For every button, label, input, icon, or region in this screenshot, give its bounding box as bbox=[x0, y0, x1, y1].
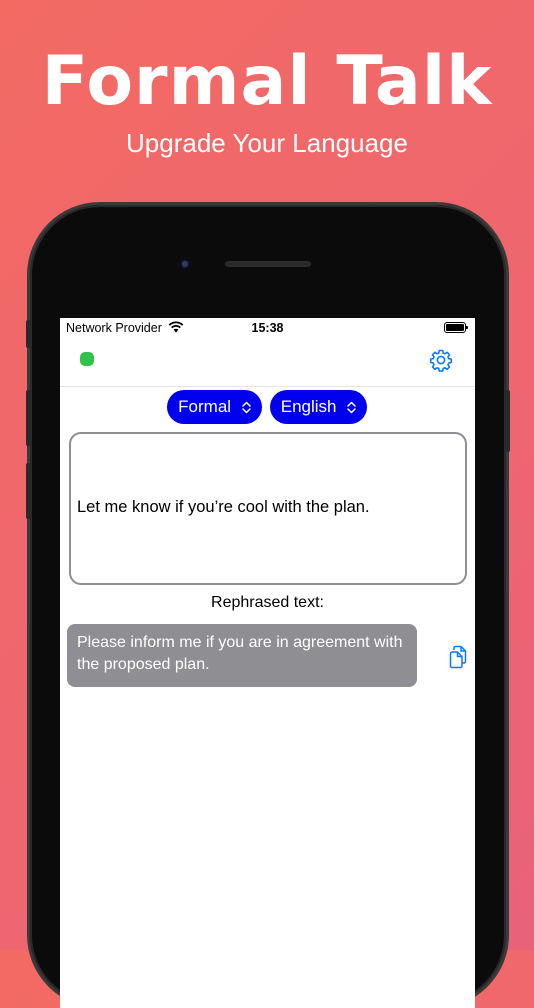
connection-status-indicator bbox=[80, 352, 94, 366]
rephrased-label: Rephrased text: bbox=[211, 594, 324, 611]
chevron-up-down-icon bbox=[347, 401, 356, 414]
tone-selector[interactable]: Formal bbox=[167, 390, 262, 424]
power-button bbox=[505, 390, 510, 452]
language-selector-label: English bbox=[280, 397, 337, 416]
phone-screen: Network Provider 15:38 Formal English Le… bbox=[60, 318, 475, 1008]
language-selector[interactable]: English bbox=[270, 390, 367, 424]
volume-down-button bbox=[26, 463, 31, 519]
phone-frame: Network Provider 15:38 Formal English Le… bbox=[26, 205, 510, 1008]
battery-icon bbox=[444, 322, 468, 333]
app-subtitle: Upgrade Your Language bbox=[126, 128, 408, 158]
input-text-field[interactable]: Let me know if you’re cool with the plan… bbox=[69, 432, 467, 585]
tone-selector-label: Formal bbox=[178, 397, 232, 416]
input-text: Let me know if you’re cool with the plan… bbox=[77, 498, 370, 516]
speaker-grille bbox=[225, 261, 311, 267]
app-title: Formal Talk bbox=[41, 42, 493, 121]
gear-icon[interactable] bbox=[429, 348, 453, 372]
silent-switch bbox=[26, 320, 31, 348]
status-bar: Network Provider 15:38 bbox=[60, 318, 475, 338]
volume-up-button bbox=[26, 390, 31, 446]
clock: 15:38 bbox=[251, 321, 284, 335]
camera-icon bbox=[178, 257, 192, 271]
copy-icon[interactable] bbox=[448, 645, 468, 669]
chevron-up-down-icon bbox=[242, 401, 251, 414]
rephrased-result: Please inform me if you are in agreement… bbox=[67, 624, 417, 687]
nav-bar bbox=[60, 338, 475, 387]
